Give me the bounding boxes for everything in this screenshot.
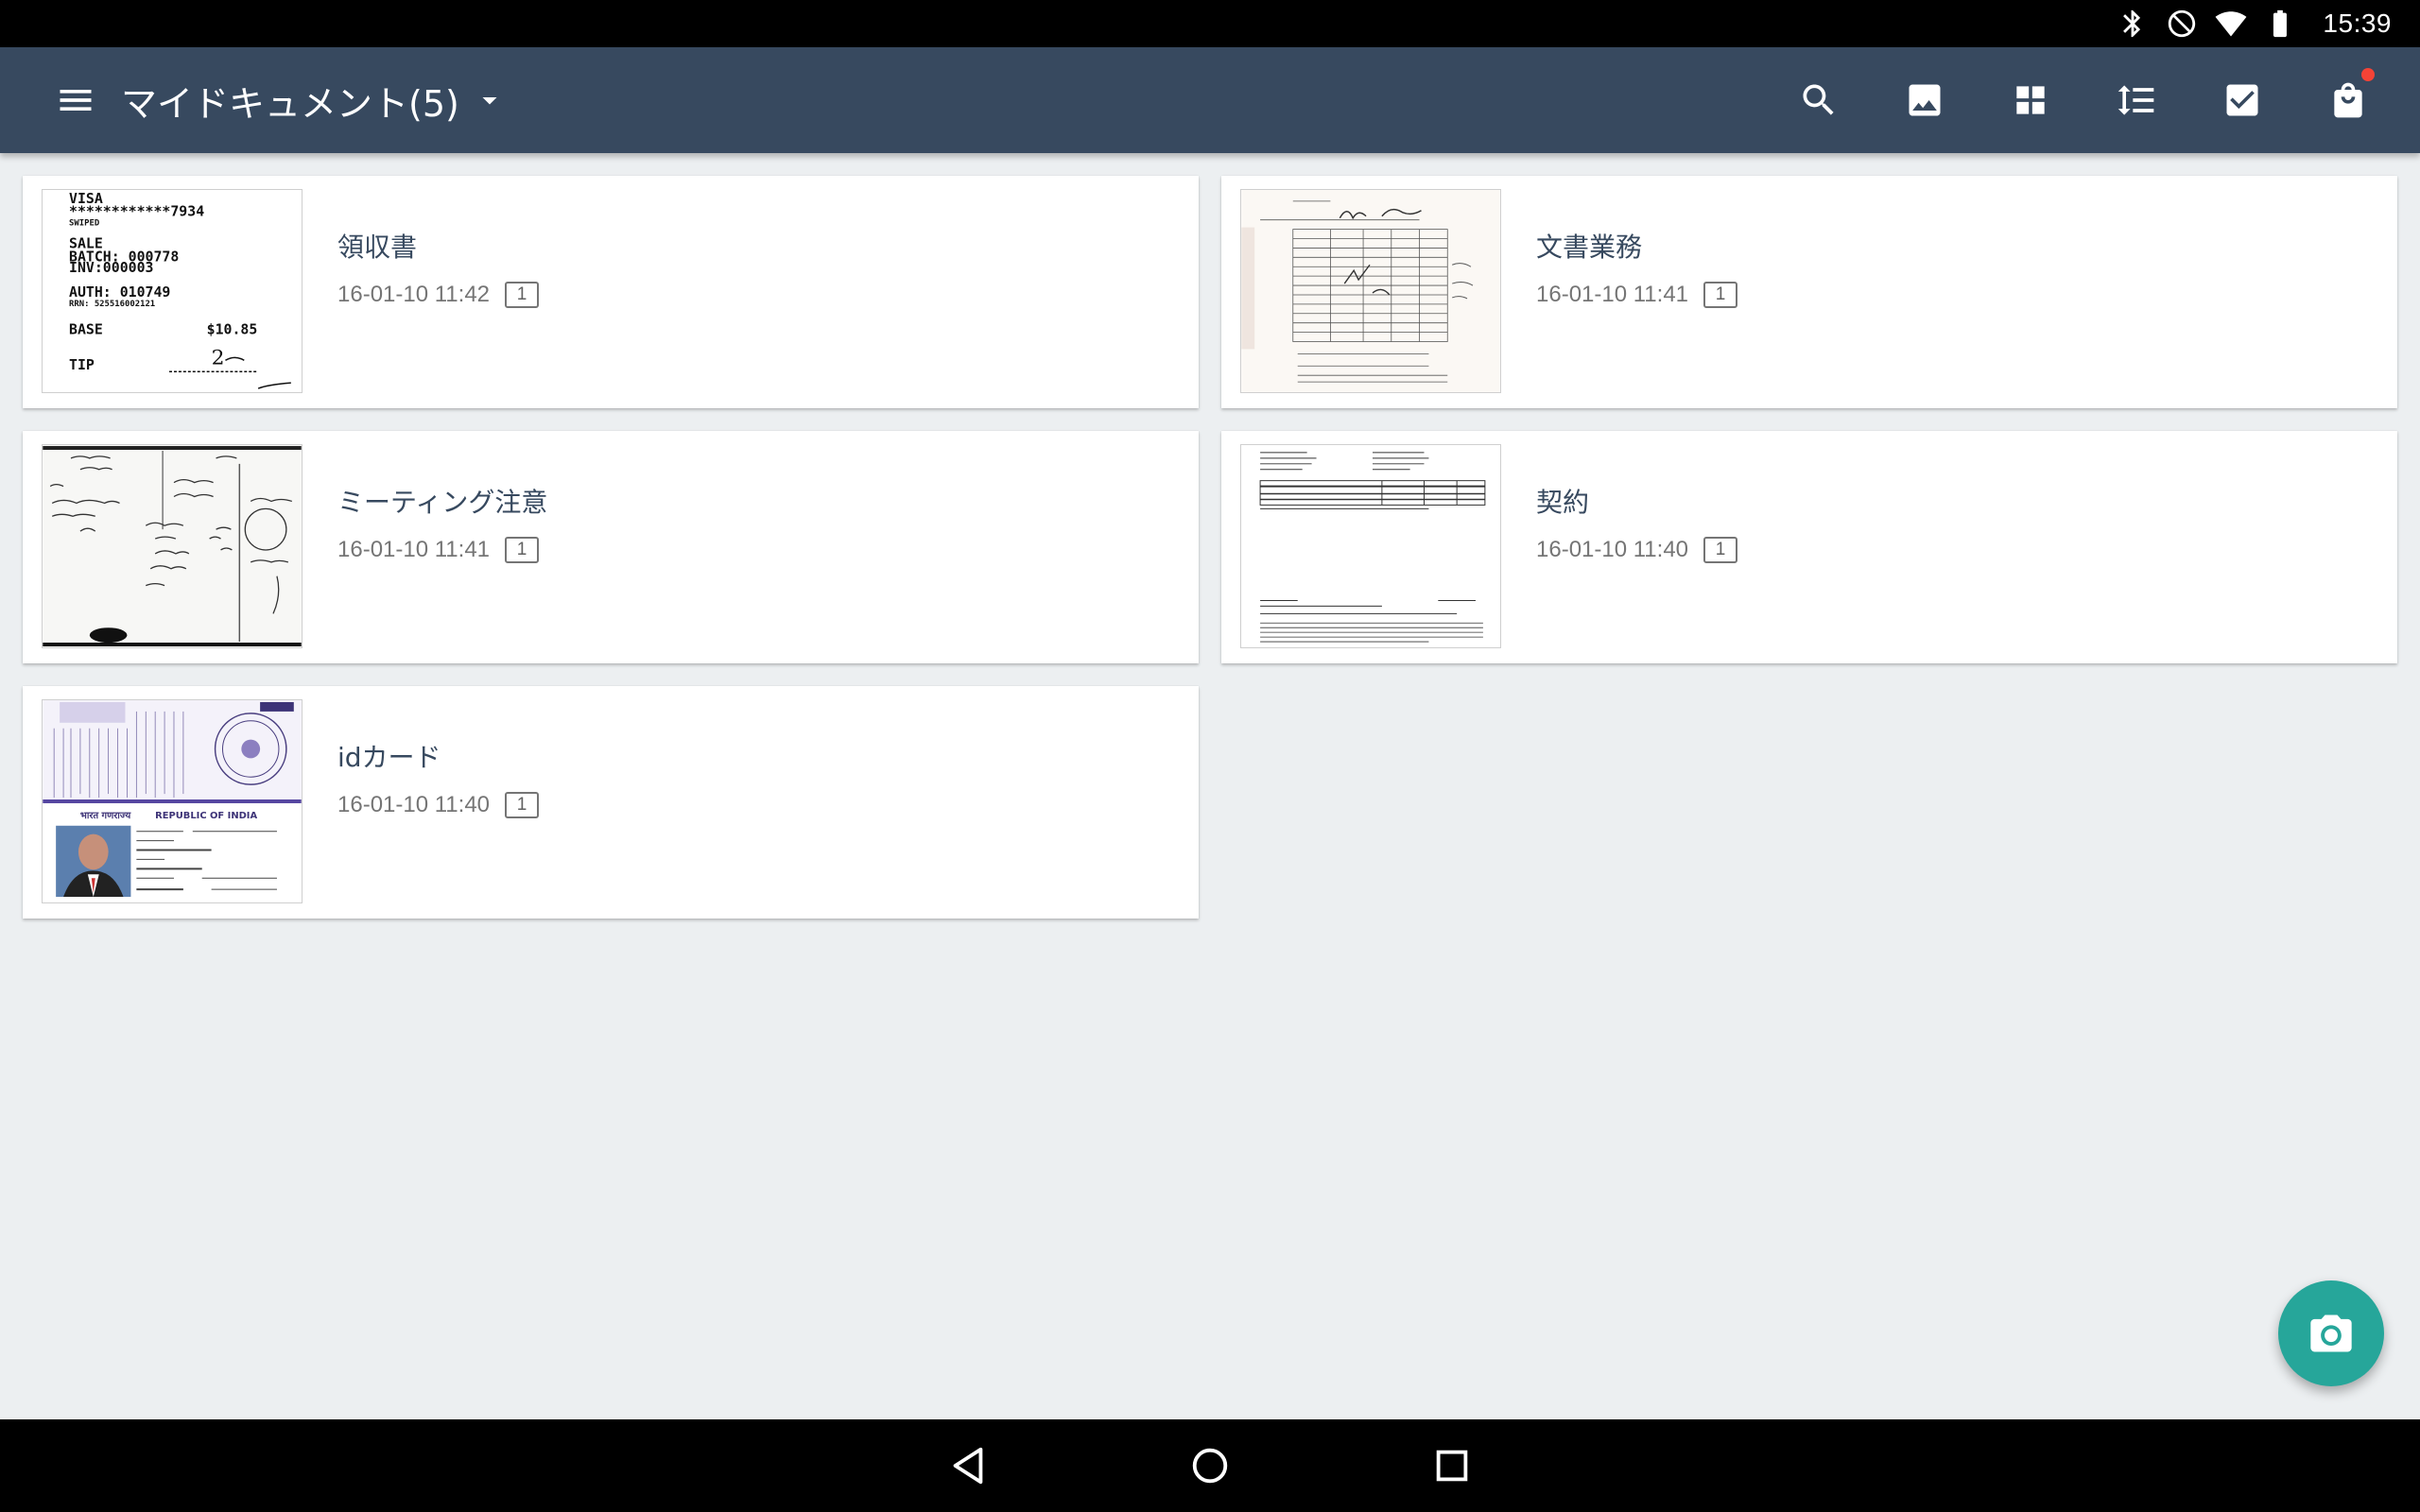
sort-icon (2118, 85, 2154, 115)
document-meta: 16-01-10 11:40 1 (1536, 537, 1738, 563)
status-time: 15:39 (2323, 9, 2392, 38)
menu-button[interactable] (47, 72, 104, 129)
receipt-thumbnail: VISA ************7934 SWIPED SALE BATCH:… (42, 189, 302, 393)
receipt-base-label: BASE (69, 321, 103, 338)
grid-view-button[interactable] (1978, 47, 2083, 153)
receipt-base-value: $10.85 (207, 321, 258, 338)
sort-button[interactable] (2083, 47, 2189, 153)
id-card-thumbnail: भारत गणराज्य REPUBLIC OF INDIA (42, 699, 302, 903)
document-date: 16-01-10 11:41 (337, 537, 491, 562)
receipt-tip-label: TIP (69, 356, 95, 373)
select-button[interactable] (2189, 47, 2295, 153)
form-thumbnail (1240, 189, 1501, 393)
document-date: 16-01-10 11:40 (337, 792, 491, 817)
id-card-republic-text: REPUBLIC OF INDIA (155, 811, 257, 821)
page-count-badge: 1 (505, 282, 540, 308)
whiteboard-thumbnail (42, 444, 302, 648)
contract-thumbnail (1240, 444, 1501, 648)
store-icon (2334, 82, 2362, 118)
page-count-badge: 1 (505, 537, 540, 563)
document-title: 領収書 (337, 232, 418, 263)
document-meta: 16-01-10 11:42 1 (337, 282, 540, 308)
document-meta: 16-01-10 11:40 1 (337, 792, 540, 818)
wifi-icon (2215, 11, 2247, 37)
document-card-contract[interactable]: 契約 16-01-10 11:40 1 (1221, 431, 2397, 663)
page-count-badge: 1 (505, 792, 540, 818)
document-title: 契約 (1536, 487, 1590, 518)
search-icon (1803, 84, 1834, 115)
status-bar: 15:39 (0, 0, 2420, 47)
document-grid: VISA ************7934 SWIPED SALE BATCH:… (0, 153, 2420, 1419)
receipt-card-number: ************7934 (69, 203, 204, 220)
hamburger-menu-icon (60, 90, 92, 111)
receipt-inv: INV:000003 (69, 259, 153, 276)
back-button[interactable] (918, 1419, 1018, 1512)
toolbar-actions (1766, 47, 2401, 153)
back-icon (953, 1447, 983, 1485)
document-date: 16-01-10 11:40 (1536, 537, 1689, 562)
receipt-auth: AUTH: 010749 (69, 284, 170, 301)
image-icon (1909, 84, 1941, 116)
document-card-id[interactable]: भारत गणराज्य REPUBLIC OF INDIA idカード 16-… (23, 686, 1199, 919)
page-title: マイドキュメント(5) (121, 82, 459, 125)
notification-dot (2361, 68, 2375, 81)
import-image-button[interactable] (1872, 47, 1978, 153)
grid-view-icon (2016, 86, 2045, 114)
bluetooth-icon (2123, 9, 2141, 38)
store-button[interactable] (2295, 47, 2401, 153)
select-icon (2226, 84, 2258, 116)
receipt-tip-value: 2 (212, 346, 225, 369)
document-title: ミーティング注意 (337, 487, 548, 518)
receipt-rrn: RRN: 525516002121 (69, 300, 155, 309)
document-meta: 16-01-10 11:41 1 (337, 537, 540, 563)
camera-icon (2310, 1314, 2352, 1352)
document-title: idカード (337, 742, 441, 773)
document-date: 16-01-10 11:42 (337, 282, 491, 307)
receipt-swiped: SWIPED (69, 219, 99, 229)
document-title: 文書業務 (1536, 232, 1643, 263)
document-card-form[interactable]: 文書業務 16-01-10 11:41 1 (1221, 176, 2397, 408)
page-count-badge: 1 (1703, 282, 1738, 308)
document-card-receipt[interactable]: VISA ************7934 SWIPED SALE BATCH:… (23, 176, 1199, 408)
search-button[interactable] (1766, 47, 1872, 153)
camera-fab-button[interactable] (2278, 1280, 2384, 1386)
folder-dropdown[interactable]: マイドキュメント(5) (121, 75, 507, 127)
app-bar: マイドキュメント(5) (0, 47, 2420, 153)
recents-button[interactable] (1402, 1419, 1502, 1512)
document-card-meeting[interactable]: ミーティング注意 16-01-10 11:41 1 (23, 431, 1199, 663)
document-date: 16-01-10 11:41 (1536, 282, 1689, 307)
svg-text:भारत गणराज्य: भारत गणराज्य (80, 811, 132, 821)
battery-icon (2273, 9, 2288, 38)
page-count-badge: 1 (1703, 537, 1738, 563)
document-meta: 16-01-10 11:41 1 (1536, 282, 1738, 308)
system-nav-bar (0, 1419, 2420, 1512)
dropdown-arrow-icon (482, 97, 497, 105)
home-icon (1192, 1448, 1228, 1484)
do-not-disturb-icon (2169, 9, 2196, 38)
recents-icon (1436, 1450, 1468, 1482)
home-button[interactable] (1160, 1419, 1260, 1512)
